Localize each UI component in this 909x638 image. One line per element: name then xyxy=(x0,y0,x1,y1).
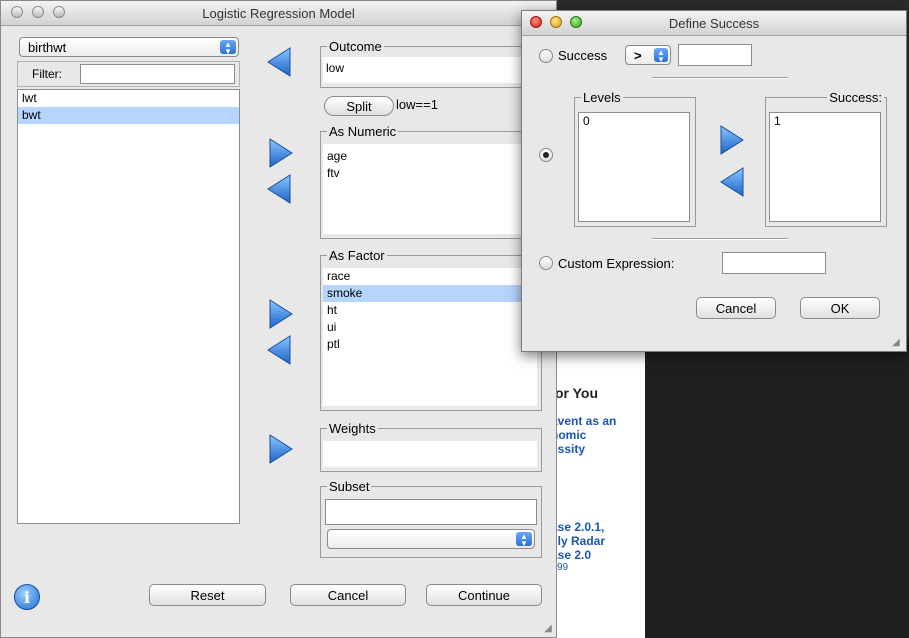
define-success-window: Define Success Success > ▲ ▼ Levels 0 Suc… xyxy=(521,10,907,352)
outcome-label: Outcome xyxy=(327,39,384,54)
success-value-input[interactable] xyxy=(678,44,752,66)
as-factor-panel: As Factor race smoke ht ui ptl xyxy=(320,248,542,411)
subset-select[interactable]: ▲ ▼ xyxy=(327,529,535,549)
info-icon[interactable]: i xyxy=(14,584,40,610)
cancel-button[interactable]: Cancel xyxy=(696,297,776,319)
as-numeric-panel: As Numeric age ftv xyxy=(320,124,542,239)
stepper-arrows-icon: ▲ ▼ xyxy=(516,532,532,548)
as-factor-label: As Factor xyxy=(327,248,387,263)
logistic-regression-window: Logistic Regression Model birthwt ▲ ▼ Fil… xyxy=(0,0,557,638)
custom-expression-input[interactable] xyxy=(722,252,826,274)
success-label: Success xyxy=(558,48,608,63)
as-factor-list[interactable]: race smoke ht ui ptl xyxy=(323,268,537,406)
variable-list[interactable]: lwt bwt xyxy=(17,89,240,524)
success-list-label: Success: xyxy=(827,90,884,105)
as-numeric-label: As Numeric xyxy=(327,124,399,139)
list-item[interactable]: ptl xyxy=(323,336,537,353)
custom-expression-label: Custom Expression: xyxy=(558,256,675,271)
bg-link[interactable]: ase 2.0.1, xyxy=(551,520,604,534)
split-text: low==1 xyxy=(396,97,438,112)
subset-panel: Subset ▲ ▼ xyxy=(320,479,542,558)
outcome-field[interactable]: low xyxy=(323,57,537,83)
bg-link[interactable]: ase 2.0 xyxy=(551,548,591,562)
filter-input[interactable] xyxy=(80,64,235,84)
success-list[interactable]: 1 xyxy=(769,112,881,222)
list-item[interactable]: lwt xyxy=(18,90,239,107)
dataset-value: birthwt xyxy=(28,40,67,55)
weights-label: Weights xyxy=(327,421,378,436)
list-item[interactable]: 1 xyxy=(770,113,880,130)
filter-row: Filter: xyxy=(17,61,240,87)
success-radio[interactable] xyxy=(539,49,553,63)
resize-grip-icon[interactable]: ◢ xyxy=(542,623,554,635)
resize-grip-icon[interactable]: ◢ xyxy=(890,337,902,349)
list-item[interactable]: ui xyxy=(323,319,537,336)
move-left-arrow-icon[interactable] xyxy=(266,173,292,205)
move-right-arrow-icon[interactable] xyxy=(268,137,294,169)
background-window: or You avent as an nomic essity ase 2.0.… xyxy=(545,340,645,638)
weights-panel: Weights xyxy=(320,421,542,472)
move-right-arrow-icon[interactable] xyxy=(268,298,294,330)
split-button[interactable]: Split xyxy=(324,96,394,116)
move-left-arrow-icon[interactable] xyxy=(266,46,292,78)
background-dark-area xyxy=(645,340,909,638)
cancel-button[interactable]: Cancel xyxy=(290,584,406,606)
dataset-select[interactable]: birthwt ▲ ▼ xyxy=(19,37,239,57)
as-numeric-list[interactable]: age ftv xyxy=(323,144,537,234)
list-item[interactable]: ftv xyxy=(323,165,537,182)
stepper-arrows-icon: ▲ ▼ xyxy=(654,48,668,64)
operator-select[interactable]: > ▲ ▼ xyxy=(625,45,671,65)
bg-link[interactable]: avent as an xyxy=(551,414,616,428)
list-item[interactable]: bwt xyxy=(18,107,239,124)
bg-link: 99 xyxy=(557,562,569,573)
separator xyxy=(652,77,788,79)
list-item[interactable]: smoke xyxy=(323,285,537,302)
levels-label: Levels xyxy=(581,90,623,105)
window-title: Define Success xyxy=(668,16,760,31)
list-item[interactable]: age xyxy=(323,148,537,165)
operator-value: > xyxy=(634,48,642,63)
reset-button[interactable]: Reset xyxy=(149,584,266,606)
levels-panel: Levels 0 xyxy=(574,90,696,227)
stepper-arrows-icon: ▲ ▼ xyxy=(220,40,236,56)
weights-field[interactable] xyxy=(323,441,537,467)
list-item[interactable]: 0 xyxy=(579,113,689,130)
custom-expression-radio[interactable] xyxy=(539,256,553,270)
ok-button[interactable]: OK xyxy=(800,297,880,319)
levels-radio[interactable] xyxy=(539,148,553,162)
list-item[interactable]: ht xyxy=(323,302,537,319)
title-bar[interactable]: Define Success xyxy=(522,11,906,36)
window-title: Logistic Regression Model xyxy=(202,6,355,21)
bg-heading: or You xyxy=(555,385,599,401)
move-right-arrow-icon[interactable] xyxy=(719,124,745,156)
list-item[interactable]: race xyxy=(323,268,537,285)
move-left-arrow-icon[interactable] xyxy=(719,166,745,198)
move-right-arrow-icon[interactable] xyxy=(268,433,294,465)
subset-input[interactable] xyxy=(325,499,537,525)
move-left-arrow-icon[interactable] xyxy=(266,334,292,366)
title-bar[interactable]: Logistic Regression Model xyxy=(1,1,556,26)
continue-button[interactable]: Continue xyxy=(426,584,542,606)
levels-list[interactable]: 0 xyxy=(578,112,690,222)
filter-label: Filter: xyxy=(32,67,62,81)
outcome-panel: Outcome low xyxy=(320,39,542,88)
success-list-panel: Success: 1 xyxy=(765,90,887,227)
subset-label: Subset xyxy=(327,479,372,494)
separator xyxy=(652,238,788,240)
bg-link[interactable]: illy Radar xyxy=(551,534,605,548)
